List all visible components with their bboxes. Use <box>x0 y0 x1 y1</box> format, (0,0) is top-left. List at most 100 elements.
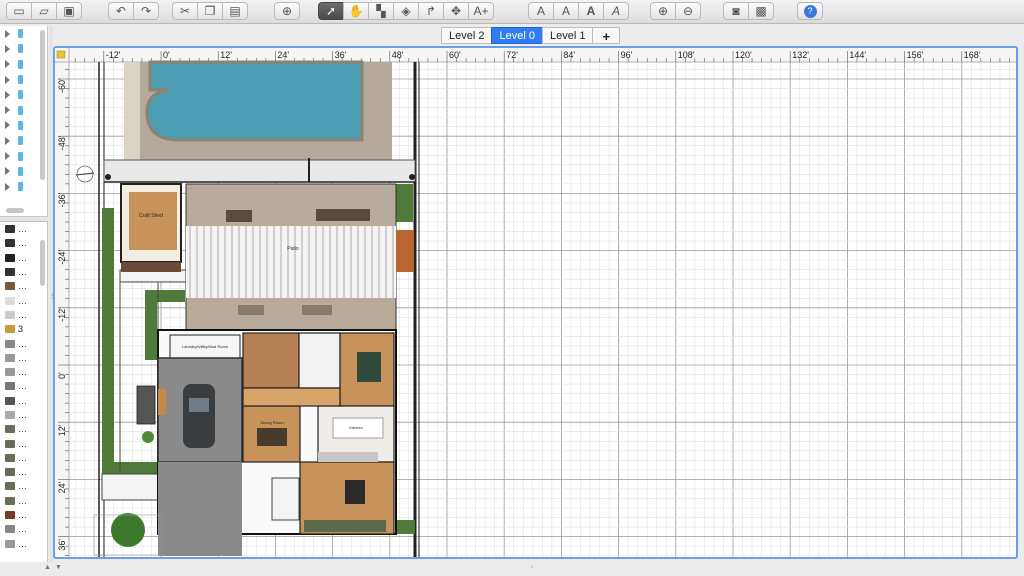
expand-triangle-icon[interactable] <box>5 167 10 176</box>
toolbar-group-file: ▭ ▱ ▣ <box>6 2 82 20</box>
furniture-row[interactable]: … <box>0 451 47 465</box>
furniture-row[interactable]: … <box>0 308 47 322</box>
zoom-in-button[interactable]: ⊕ <box>650 2 676 20</box>
add-level-tab[interactable]: + <box>592 27 621 44</box>
arrow-up-icon[interactable]: ▲ <box>44 564 51 571</box>
create-dimensions-button[interactable]: ✥ <box>443 2 469 20</box>
level-tabs: Level 2 Level 0 Level 1 + <box>441 27 621 44</box>
furniture-row[interactable]: … <box>0 408 47 422</box>
italic-text-icon: A <box>611 4 620 18</box>
expand-triangle-icon[interactable] <box>5 152 10 161</box>
catalog-category-row[interactable] <box>0 179 47 194</box>
expand-triangle-icon[interactable] <box>5 182 10 191</box>
bold-text-icon: A <box>586 4 596 18</box>
pan-hand-button[interactable]: ✋ <box>343 2 369 20</box>
furniture-thumbnail-icon <box>5 453 15 462</box>
expand-triangle-icon[interactable] <box>5 90 10 99</box>
create-rooms-icon: ◈ <box>401 4 411 18</box>
catalog-horizontal-scrollbar[interactable] <box>6 208 24 213</box>
cut-button[interactable]: ✂ <box>172 2 198 20</box>
help-button[interactable]: ? <box>797 2 823 20</box>
furniture-row[interactable]: … <box>0 365 47 379</box>
furniture-row[interactable]: … <box>0 522 47 536</box>
select-arrow-icon: ➚ <box>325 4 337 18</box>
italic-text-button[interactable]: A <box>603 2 629 20</box>
x-ruler-label: 132' <box>792 50 809 60</box>
increase-text-icon: A <box>536 4 545 18</box>
open-button[interactable]: ▱ <box>31 2 57 20</box>
furniture-name: … <box>18 281 27 292</box>
furniture-row[interactable]: … <box>0 336 47 350</box>
expand-triangle-icon[interactable] <box>5 106 10 115</box>
plan-canvas[interactable]: -12' 0' 12' 24' 36' 48' 60' 72' 84' 96' 108' 120' 13… <box>55 48 1018 559</box>
zoom-out-button[interactable]: ⊖ <box>675 2 701 20</box>
category-icon <box>18 44 23 54</box>
paste-button[interactable]: ▤ <box>222 2 248 20</box>
undo-button[interactable]: ↶ <box>108 2 134 20</box>
level-tab[interactable]: Level 0 <box>491 27 543 44</box>
resize-grip-icon[interactable]: ◦ <box>531 564 533 571</box>
add-furniture-icon: ⊕ <box>281 4 293 18</box>
furniture-row[interactable]: … <box>0 508 47 522</box>
create-video-button[interactable]: ▩ <box>748 2 774 20</box>
furniture-row[interactable]: 3 <box>0 322 47 336</box>
car-windshield <box>189 398 209 412</box>
select-arrow-button[interactable]: ➚ <box>318 2 344 20</box>
expand-triangle-icon[interactable] <box>5 121 10 130</box>
furniture-row[interactable]: … <box>0 394 47 408</box>
add-text-icon: A+ <box>473 4 489 18</box>
category-icon <box>18 59 23 69</box>
x-ruler-label: 0' <box>163 50 170 60</box>
expand-triangle-icon[interactable] <box>5 60 10 69</box>
furniture-row[interactable]: … <box>0 222 47 236</box>
category-icon <box>18 151 23 161</box>
level-tab[interactable]: Level 1 <box>541 27 594 44</box>
decrease-text-button[interactable]: A <box>553 2 579 20</box>
zoom-in-icon: ⊕ <box>657 4 669 18</box>
create-photo-icon: ◙ <box>732 4 740 18</box>
expand-triangle-icon[interactable] <box>5 75 10 84</box>
redo-button[interactable]: ↷ <box>133 2 159 20</box>
x-ruler-label: 72' <box>506 50 518 60</box>
add-furniture-button[interactable]: ⊕ <box>274 2 300 20</box>
level-tab[interactable]: Level 2 <box>441 27 493 44</box>
home-furniture-list[interactable]: ………………… 3……………………………………… <box>0 222 48 562</box>
furniture-row[interactable]: … <box>0 293 47 307</box>
furniture-name: … <box>18 438 27 449</box>
car <box>183 384 215 448</box>
furniture-row[interactable]: … <box>0 479 47 493</box>
create-walls-icon: ▚ <box>376 4 386 18</box>
furniture-thumbnail-icon <box>5 496 15 505</box>
furniture-row[interactable]: … <box>0 379 47 393</box>
add-text-button[interactable]: A+ <box>468 2 494 20</box>
y-ruler-label: -36' <box>57 192 67 207</box>
furniture-row[interactable]: … <box>0 494 47 508</box>
catalog-scrollbar[interactable] <box>40 30 45 180</box>
create-rooms-button[interactable]: ◈ <box>393 2 419 20</box>
increase-text-button[interactable]: A <box>528 2 554 20</box>
plan-view[interactable]: -12' 0' 12' 24' 36' 48' 60' 72' 84' 96' 108' 120' 13… <box>53 46 1018 559</box>
furniture-row[interactable]: … <box>0 436 47 450</box>
grass-strip-left <box>102 208 114 462</box>
bold-text-button[interactable]: A <box>578 2 604 20</box>
create-polylines-button[interactable]: ↱ <box>418 2 444 20</box>
furniture-row[interactable]: … <box>0 465 47 479</box>
arrow-down-icon[interactable]: ▼ <box>55 564 62 571</box>
expand-triangle-icon[interactable] <box>5 44 10 53</box>
new-home-button[interactable]: ▭ <box>6 2 32 20</box>
grass-patch <box>396 184 413 222</box>
expand-triangle-icon[interactable] <box>5 136 10 145</box>
save-button[interactable]: ▣ <box>56 2 82 20</box>
furniture-row[interactable]: … <box>0 537 47 551</box>
copy-button[interactable]: ❐ <box>197 2 223 20</box>
create-walls-button[interactable]: ▚ <box>368 2 394 20</box>
expand-triangle-icon[interactable] <box>5 29 10 38</box>
furniture-thumbnail-icon <box>5 239 15 248</box>
furniture-name: 3 <box>18 324 24 335</box>
furniture-catalog-tree[interactable] <box>0 26 48 216</box>
furniture-row[interactable]: … <box>0 422 47 436</box>
create-photo-button[interactable]: ◙ <box>723 2 749 20</box>
furniture-row[interactable]: … <box>0 351 47 365</box>
furniture-name: … <box>18 238 27 249</box>
furniture-list-scrollbar[interactable] <box>40 240 45 286</box>
